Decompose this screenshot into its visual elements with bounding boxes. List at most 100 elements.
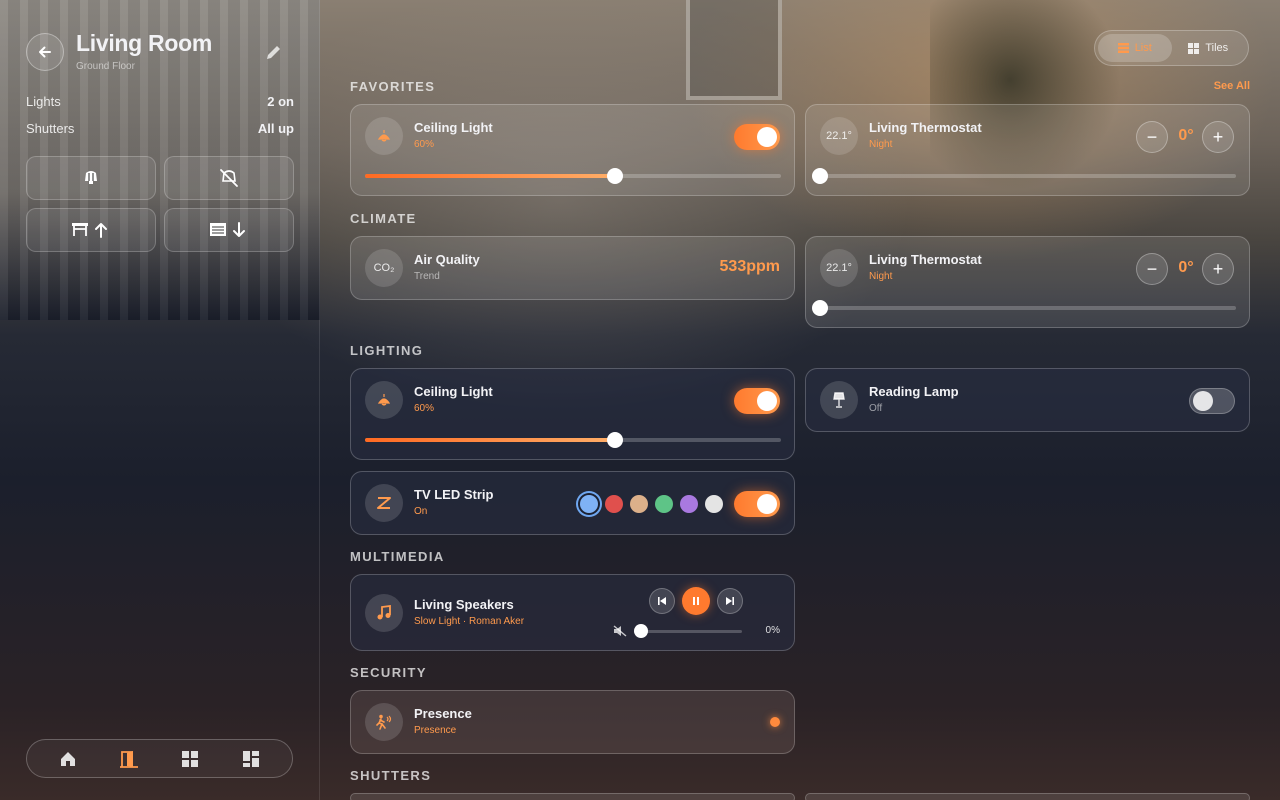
device-name: Presence	[414, 706, 472, 721]
shutters-summary: Shutters All up	[26, 121, 294, 136]
presence-card[interactable]: Presence Presence	[350, 690, 795, 754]
volume-handle[interactable]	[634, 624, 648, 638]
view-list-label: List	[1134, 42, 1152, 54]
device-name: Ceiling Light	[414, 120, 493, 135]
shutter-card[interactable]	[805, 793, 1250, 800]
ceiling-light-toggle[interactable]	[734, 124, 780, 150]
shutters-down-icon	[210, 222, 245, 237]
brightness-handle[interactable]	[606, 432, 623, 448]
see-all-link[interactable]: See All	[1190, 80, 1250, 92]
led-strip-icon	[365, 484, 403, 522]
device-subtitle: Trend	[414, 271, 440, 282]
tiles-icon	[1188, 42, 1200, 54]
pause-icon	[693, 597, 699, 605]
device-status: Off	[869, 403, 883, 414]
brightness-slider[interactable]	[365, 432, 781, 448]
lights-summary-value: 2 on	[267, 94, 294, 109]
room-icon	[119, 750, 138, 768]
color-swatch[interactable]	[580, 495, 598, 513]
room-title: Living Room	[76, 30, 212, 56]
climate-thermostat-card[interactable]: 22.1° Living Thermostat Night − 0° +	[805, 236, 1250, 328]
now-playing-track: Slow Light · Roman Aker	[414, 616, 525, 627]
lighting-ceiling-light-card[interactable]: Ceiling Light 60%	[350, 368, 795, 460]
motion-sensor-icon	[365, 703, 403, 741]
shutters-summary-value: All up	[257, 121, 294, 136]
shutters-up-button[interactable]	[26, 208, 156, 252]
device-status: Presence	[414, 725, 457, 736]
play-pause-button[interactable]	[682, 587, 710, 615]
bottom-navigation	[26, 739, 293, 778]
co2-icon: CO₂	[365, 249, 403, 287]
nav-rooms[interactable]	[115, 745, 143, 773]
decrease-temperature-button[interactable]: −	[1136, 121, 1168, 153]
volume-slider[interactable]	[634, 624, 742, 638]
color-swatch[interactable]	[630, 495, 648, 513]
decrease-temperature-button[interactable]: −	[1136, 253, 1168, 285]
ceiling-light-icon	[365, 381, 403, 419]
temperature-setpoint: 0°	[1178, 259, 1194, 276]
all-lights-on-button[interactable]	[26, 156, 156, 200]
lights-summary-label: Lights	[26, 94, 61, 109]
ceiling-light-toggle[interactable]	[734, 388, 780, 414]
favorite-thermostat-card[interactable]: 22.1° Living Thermostat Night − 0° +	[805, 104, 1250, 196]
device-status: 60%	[414, 403, 435, 414]
living-speakers-card[interactable]: Living Speakers Slow Light · Roman Aker …	[350, 574, 795, 651]
brightness-handle[interactable]	[606, 168, 623, 184]
tv-led-toggle[interactable]	[734, 491, 780, 517]
nav-dashboard[interactable]	[237, 745, 265, 773]
shutter-card[interactable]	[350, 793, 795, 800]
temperature-badge: 22.1°	[820, 249, 858, 287]
brightness-fill	[365, 174, 615, 178]
home-icon	[60, 751, 75, 766]
lamp-icon	[820, 381, 858, 419]
temperature-handle[interactable]	[812, 300, 828, 316]
section-lighting: LIGHTING	[350, 343, 424, 358]
device-name: Reading Lamp	[869, 384, 959, 399]
tv-led-strip-card[interactable]: TV LED Strip On	[350, 471, 795, 535]
device-name: TV LED Strip	[414, 487, 494, 502]
temperature-setpoint: 0°	[1178, 127, 1194, 144]
temperature-slider[interactable]	[812, 300, 1236, 316]
color-swatch[interactable]	[655, 495, 673, 513]
next-track-button[interactable]	[717, 588, 743, 614]
lights-off-icon	[220, 169, 238, 187]
shutters-down-button[interactable]	[164, 208, 294, 252]
view-list-option[interactable]: List	[1098, 34, 1172, 62]
color-swatch[interactable]	[680, 495, 698, 513]
color-swatch[interactable]	[605, 495, 623, 513]
presence-indicator	[770, 717, 780, 727]
section-shutters: SHUTTERS	[350, 768, 432, 783]
reading-lamp-card[interactable]: Reading Lamp Off	[805, 368, 1250, 432]
edit-room-button[interactable]	[264, 42, 284, 62]
view-tiles-label: Tiles	[1205, 42, 1229, 54]
color-swatch[interactable]	[705, 495, 723, 513]
air-quality-card[interactable]: CO₂ Air Quality Trend 533ppm	[350, 236, 795, 300]
device-name: Living Thermostat	[869, 120, 982, 135]
lights-summary: Lights 2 on	[26, 94, 294, 109]
thermostat-mode: Night	[869, 139, 893, 150]
shutters-summary-label: Shutters	[26, 121, 75, 136]
device-status: On	[414, 506, 428, 517]
reading-lamp-toggle[interactable]	[1189, 388, 1235, 414]
favorite-ceiling-light-card[interactable]: Ceiling Light 60%	[350, 104, 795, 196]
nav-home[interactable]	[54, 745, 82, 773]
all-lights-off-button[interactable]	[164, 156, 294, 200]
skip-next-icon	[726, 597, 734, 605]
increase-temperature-button[interactable]: +	[1202, 253, 1234, 285]
temperature-slider[interactable]	[812, 168, 1236, 184]
nav-grid[interactable]	[176, 745, 204, 773]
increase-temperature-button[interactable]: +	[1202, 121, 1234, 153]
list-icon	[1117, 43, 1129, 53]
back-button[interactable]	[26, 33, 64, 71]
device-name: Ceiling Light	[414, 384, 493, 399]
view-tiles-option[interactable]: Tiles	[1172, 34, 1246, 62]
section-climate: CLIMATE	[350, 211, 417, 226]
previous-track-button[interactable]	[649, 588, 675, 614]
temperature-handle[interactable]	[812, 168, 828, 184]
device-status: 60%	[414, 139, 435, 150]
co2-value: 533ppm	[719, 258, 780, 275]
shutters-up-icon	[72, 223, 107, 238]
volume-muted-icon	[613, 625, 627, 637]
volume-percent: 0%	[765, 625, 780, 636]
brightness-slider[interactable]	[365, 168, 781, 184]
